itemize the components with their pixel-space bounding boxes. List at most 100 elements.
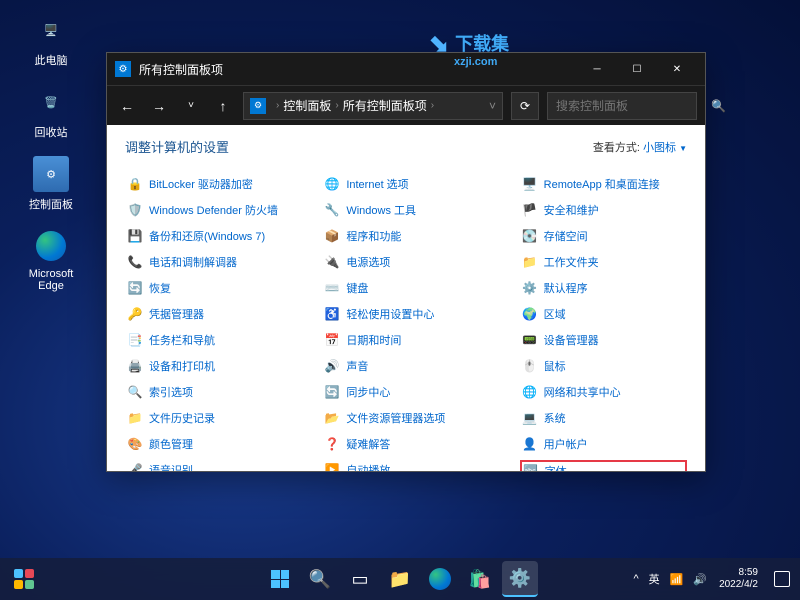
edge-icon — [33, 228, 69, 264]
control-panel-item[interactable]: 👤用户帐户 — [520, 434, 687, 454]
volume-icon[interactable]: 🔊 — [693, 573, 707, 586]
control-panel-item[interactable]: 🛡️Windows Defender 防火墙 — [125, 200, 292, 220]
control-panel-item[interactable]: 🔄恢复 — [125, 278, 292, 298]
control-panel-item[interactable]: ⚙️默认程序 — [520, 278, 687, 298]
ime-indicator[interactable]: 英 — [649, 571, 660, 587]
store-button[interactable]: 🛍️ — [462, 561, 498, 597]
control-panel-item[interactable]: ▶️自动播放 — [322, 460, 489, 471]
control-panel-item[interactable]: 📟设备管理器 — [520, 330, 687, 350]
refresh-button[interactable]: ⟳ — [511, 92, 539, 120]
widgets-button[interactable] — [10, 565, 38, 593]
control-panel-item[interactable]: 🔊 声音 — [322, 356, 489, 376]
recent-dropdown[interactable]: ˅ — [179, 94, 203, 118]
item-icon: 📦 — [324, 228, 340, 244]
control-panel-item[interactable]: 📅日期和时间 — [322, 330, 489, 350]
item-label: 声音 — [346, 358, 368, 374]
control-panel-item[interactable]: 📂文件资源管理器选项 — [322, 408, 489, 428]
control-panel-item[interactable]: 🔄同步中心 — [322, 382, 489, 402]
control-panel-item[interactable]: 🏴安全和维护 — [520, 200, 687, 220]
item-label: 备份和还原(Windows 7) — [149, 228, 265, 244]
control-panel-item[interactable]: 🎨颜色管理 — [125, 434, 292, 454]
control-panel-item[interactable]: 🌍区域 — [520, 304, 687, 324]
control-panel-item[interactable]: 🔧Windows 工具 — [322, 200, 489, 220]
control-panel-item[interactable]: 🌐网络和共享中心 — [520, 382, 687, 402]
clock[interactable]: 8:59 2022/4/2 — [719, 567, 758, 591]
item-label: 系统 — [544, 410, 566, 426]
control-panel-item[interactable]: 🔍 索引选项 — [125, 382, 292, 402]
window-title: 所有控制面板项 — [139, 61, 577, 78]
desktop-icon-label: 控制面板 — [16, 196, 86, 212]
control-panel-item[interactable]: 📑任务栏和导航 — [125, 330, 292, 350]
control-panel-item[interactable]: 💽存储空间 — [520, 226, 687, 246]
item-label: 索引选项 — [149, 384, 193, 400]
desktop-icon-edge[interactable]: Microsoft Edge — [16, 228, 86, 292]
control-panel-item[interactable]: 🌐Internet 选项 — [322, 174, 489, 194]
forward-button[interactable]: → — [147, 94, 171, 118]
chevron-down-icon: ▼ — [679, 144, 687, 153]
item-label: 电源选项 — [346, 254, 390, 270]
file-explorer-button[interactable]: 📁 — [382, 561, 418, 597]
control-panel-item[interactable]: ❓疑难解答 — [322, 434, 489, 454]
control-panel-taskbar-button[interactable]: ⚙️ — [502, 561, 538, 597]
item-label: 字体 — [545, 463, 567, 471]
control-panel-item[interactable]: 🔑凭据管理器 — [125, 304, 292, 324]
desktop-icon-recycle-bin[interactable]: 🗑️ 回收站 — [16, 84, 86, 140]
control-panel-item[interactable]: 🖥️RemoteApp 和桌面连接 — [520, 174, 687, 194]
wifi-icon[interactable]: 📶 — [670, 573, 684, 586]
item-label: 存储空间 — [544, 228, 588, 244]
breadcrumb-item[interactable]: 控制面板 — [283, 97, 331, 114]
address-dropdown[interactable]: ˅ — [489, 99, 496, 113]
search-taskbar-button[interactable]: 🔍 — [302, 561, 338, 597]
window-titlebar[interactable]: ⚙ 所有控制面板项 ─ ☐ ✕ — [107, 53, 705, 85]
control-panel-item[interactable]: ♿轻松使用设置中心 — [322, 304, 489, 324]
control-panel-icon: ⚙ — [33, 156, 69, 192]
item-icon: 🎤 — [127, 462, 143, 471]
view-mode-dropdown[interactable]: 小图标 ▼ — [643, 142, 687, 154]
back-button[interactable]: ← — [115, 94, 139, 118]
control-panel-item[interactable]: 🎤语音识别 — [125, 460, 292, 471]
item-label: 电话和调制解调器 — [149, 254, 237, 270]
control-panel-item[interactable]: 📦程序和功能 — [322, 226, 489, 246]
item-label: 设备管理器 — [544, 332, 599, 348]
control-panel-item[interactable]: 📁文件历史记录 — [125, 408, 292, 428]
search-box[interactable]: 🔍 — [547, 92, 697, 120]
item-icon: 📞 — [127, 254, 143, 270]
item-label: 安全和维护 — [544, 202, 599, 218]
item-icon: 📂 — [324, 410, 340, 426]
item-icon: 👤 — [522, 436, 538, 452]
control-panel-item[interactable]: ⌨️键盘 — [322, 278, 489, 298]
search-input[interactable] — [556, 99, 711, 113]
control-panel-item[interactable]: 💾 备份和还原(Windows 7) — [125, 226, 292, 246]
control-panel-item[interactable]: 🖨️设备和打印机 — [125, 356, 292, 376]
desktop-icon-label: Microsoft Edge — [16, 268, 86, 292]
content-area: 调整计算机的设置 查看方式: 小图标 ▼ 🔒BitLocker 驱动器加密🛡️W… — [107, 125, 705, 471]
edge-taskbar-button[interactable] — [422, 561, 458, 597]
breadcrumb-item[interactable]: 所有控制面板项 — [343, 97, 427, 114]
control-panel-item[interactable]: 🔒BitLocker 驱动器加密 — [125, 174, 292, 194]
control-panel-item[interactable]: 📞 电话和调制解调器 — [125, 252, 292, 272]
item-icon: 🔊 — [324, 358, 340, 374]
task-view-button[interactable]: ▭ — [342, 561, 378, 597]
item-label: 网络和共享中心 — [544, 384, 621, 400]
item-icon: ⚙️ — [522, 280, 538, 296]
control-panel-item[interactable]: 🔌电源选项 — [322, 252, 489, 272]
notifications-button[interactable] — [774, 571, 790, 587]
tray-overflow-button[interactable]: ^ — [633, 573, 638, 585]
item-icon: 📁 — [127, 410, 143, 426]
item-icon: 🔍 — [127, 384, 143, 400]
desktop-icon-this-pc[interactable]: 🖥️ 此电脑 — [16, 12, 86, 68]
item-label: BitLocker 驱动器加密 — [149, 176, 253, 192]
maximize-button[interactable]: ☐ — [617, 53, 657, 85]
control-panel-item[interactable]: 🔤字体 — [520, 460, 687, 471]
control-panel-item[interactable]: 🖱️鼠标 — [520, 356, 687, 376]
control-panel-item[interactable]: 💻系统 — [520, 408, 687, 428]
minimize-button[interactable]: ─ — [577, 53, 617, 85]
item-icon: 💾 — [127, 228, 143, 244]
close-button[interactable]: ✕ — [657, 53, 697, 85]
address-bar[interactable]: ⚙ › 控制面板 › 所有控制面板项 › ˅ — [243, 92, 503, 120]
desktop-icon-control-panel[interactable]: ⚙ 控制面板 — [16, 156, 86, 212]
up-button[interactable]: ↑ — [211, 94, 235, 118]
control-panel-item[interactable]: 📁工作文件夹 — [520, 252, 687, 272]
item-label: Internet 选项 — [346, 176, 408, 192]
start-button[interactable] — [262, 561, 298, 597]
